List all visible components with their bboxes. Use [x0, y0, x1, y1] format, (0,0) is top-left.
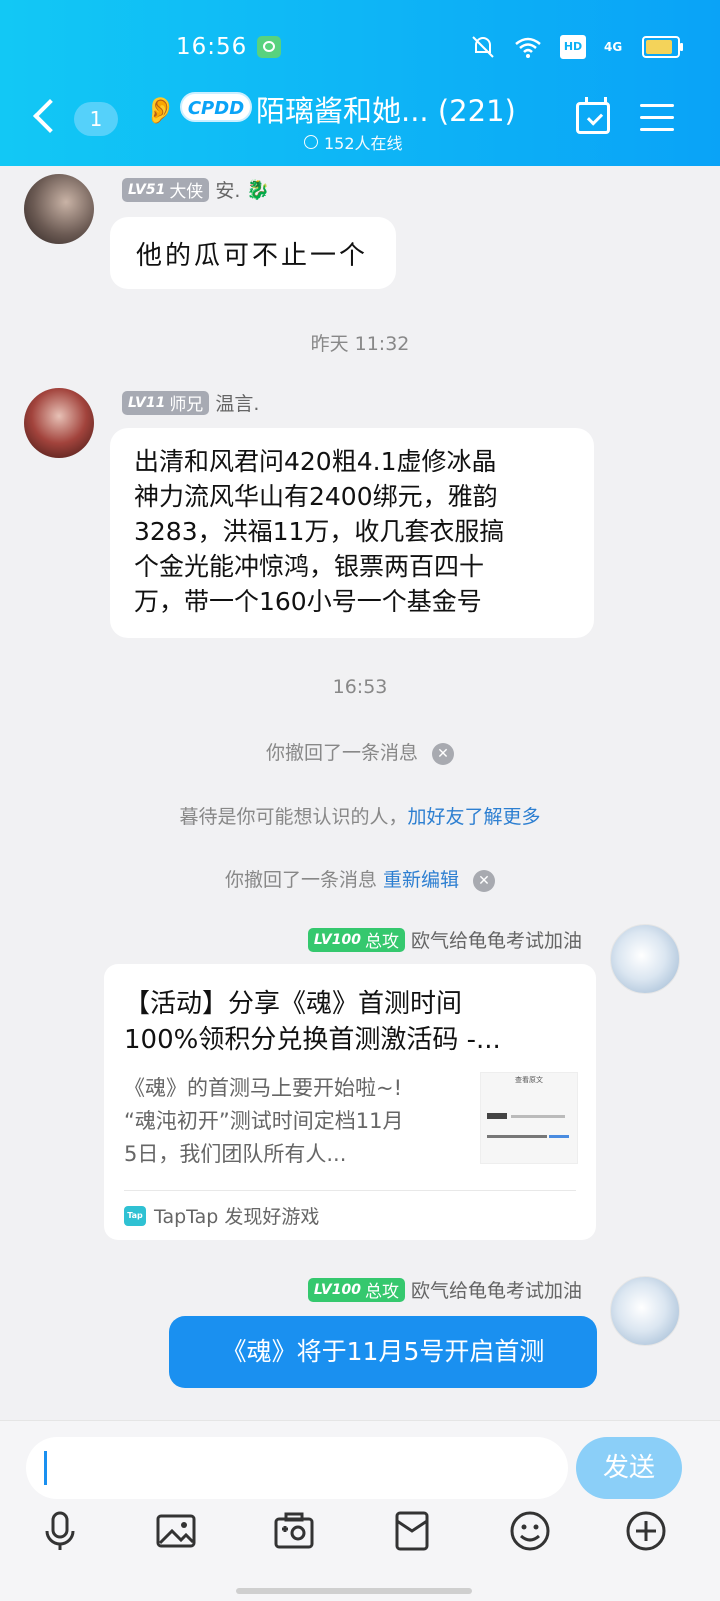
my-message-bubble[interactable]: 《魂》将于11月5号开启首测 — [169, 1316, 597, 1388]
status-bar: 16:56 HD 4G — [0, 30, 720, 66]
sender-name: 温言. — [215, 393, 260, 415]
chat-notification-icon — [257, 36, 281, 58]
calendar-icon[interactable] — [576, 97, 610, 134]
vibrate-mute-icon — [472, 36, 494, 58]
card-source: Tap TapTap 发现好游戏 — [124, 1202, 319, 1229]
image-icon[interactable] — [154, 1509, 198, 1553]
recall-notice: 你撤回了一条消息 重新编辑 ✕ — [0, 865, 720, 892]
reedit-link[interactable]: 重新编辑 — [383, 869, 459, 891]
thumbnail-title: 查看原文 — [515, 1076, 543, 1084]
input-bar: 发送 — [0, 1420, 720, 1601]
card-divider — [124, 1190, 576, 1191]
status-time: 16:56 — [176, 34, 248, 60]
send-button[interactable]: 发送 — [576, 1437, 682, 1499]
sender-line: LV100 总攻 欧气给龟龟考试加油 — [307, 1276, 582, 1303]
message-line: 个金光能冲惊鸿，银票两百四十 — [134, 552, 485, 581]
home-indicator[interactable] — [236, 1588, 472, 1594]
message-bubble[interactable]: 出清和风君问420粗4.1虚修冰晶 神力流风华山有2400绑元，雅韵 3283，… — [110, 428, 594, 638]
taptap-logo-icon: Tap — [124, 1205, 146, 1226]
share-card[interactable]: 【活动】分享《魂》首测时间 100%领积分兑换首测激活码 -... 《魂》的首测… — [104, 964, 596, 1240]
hd-icon: HD — [560, 35, 586, 59]
sender-icon: 🐉 — [246, 179, 271, 201]
sender-name: 安. — [215, 180, 241, 202]
online-count-label: 152人在线 — [324, 134, 403, 153]
card-description: 《魂》的首测马上要开始啦~! “魂沌初开”测试时间定档11月 5日，我们团队所有… — [124, 1076, 404, 1166]
chevron-down-icon — [304, 135, 318, 149]
unread-count-badge[interactable]: 1 — [74, 102, 118, 136]
message-line: 3283，洪福11万，收几套衣服搞 — [134, 517, 505, 546]
add-friend-link[interactable]: 加好友了解更多 — [408, 806, 541, 828]
plus-icon[interactable] — [624, 1509, 668, 1553]
sender-name: 欧气给龟龟考试加油 — [410, 930, 582, 952]
recall-text: 你撤回了一条消息 — [224, 869, 377, 891]
signal-icon: 4G — [604, 40, 623, 54]
camera-icon[interactable] — [272, 1509, 316, 1553]
sender-line: LV100 总攻 欧气给龟龟考试加油 — [307, 926, 582, 953]
sender-line: LV11 师兄 温言. — [122, 389, 259, 416]
menu-icon[interactable] — [640, 104, 674, 132]
message-line: 出清和风君问420粗4.1虚修冰晶 — [134, 447, 497, 476]
suggestion-text: 暮待是你可能想认识的人， — [179, 806, 408, 828]
message-bubble[interactable]: 他的瓜可不止一个 — [110, 217, 396, 289]
avatar[interactable] — [24, 174, 94, 244]
back-icon[interactable] — [33, 99, 67, 133]
message-line: 万，带一个160小号一个基金号 — [134, 587, 482, 616]
chat-header: 16:56 HD 4G 1 👂 CPDD 陌璃酱和她... (221) 152人… — [0, 0, 720, 166]
close-icon[interactable]: ✕ — [473, 869, 496, 892]
avatar[interactable] — [610, 924, 680, 994]
close-icon[interactable]: ✕ — [432, 742, 454, 765]
message-input[interactable] — [26, 1437, 568, 1499]
toolbar — [0, 1509, 720, 1579]
card-thumbnail: 查看原文 — [480, 1072, 578, 1164]
level-badge: LV100 总攻 — [307, 1277, 405, 1302]
emoji-icon[interactable] — [508, 1509, 552, 1553]
battery-icon — [642, 36, 683, 58]
group-title[interactable]: 陌璃酱和她... (221) — [256, 88, 516, 130]
level-badge: LV11 师兄 — [122, 390, 210, 415]
timestamp: 昨天 11:32 — [310, 333, 410, 355]
level-badge: LV100 总攻 — [307, 927, 405, 952]
card-source-label: TapTap 发现好游戏 — [154, 1206, 320, 1228]
sender-name: 欧气给龟龟考试加油 — [410, 1280, 582, 1302]
avatar[interactable] — [610, 1276, 680, 1346]
red-packet-icon[interactable] — [390, 1509, 434, 1553]
sender-line: LV51 大侠 安. 🐉 — [122, 176, 270, 203]
text-caret — [44, 1451, 47, 1485]
recall-text: 你撤回了一条消息 — [265, 742, 418, 764]
recall-notice: 你撤回了一条消息 ✕ — [0, 738, 720, 765]
ear-icon: 👂 — [144, 96, 177, 126]
online-count[interactable]: 152人在线 — [304, 130, 403, 154]
friend-suggestion: 暮待是你可能想认识的人，加好友了解更多 — [0, 802, 720, 829]
timestamp: 16:53 — [332, 676, 388, 698]
level-badge: LV51 大侠 — [122, 177, 210, 202]
card-title: 【活动】分享《魂》首测时间 100%领积分兑换首测激活码 -... — [124, 989, 501, 1055]
mic-icon[interactable] — [38, 1509, 82, 1553]
wifi-icon — [515, 37, 541, 58]
message-line: 神力流风华山有2400绑元，雅韵 — [134, 482, 498, 511]
avatar[interactable] — [24, 388, 94, 458]
group-tag: CPDD — [180, 92, 252, 122]
